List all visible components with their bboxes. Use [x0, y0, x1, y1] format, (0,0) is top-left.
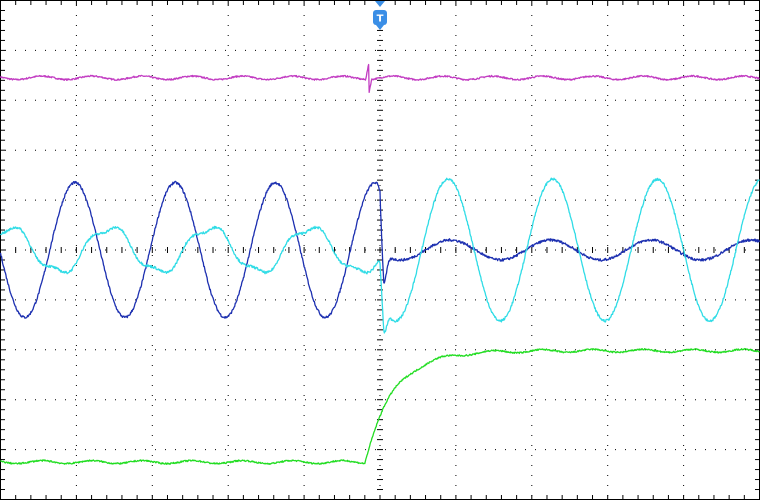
oscilloscope-display: T — [0, 0, 760, 500]
trigger-label: T — [377, 14, 384, 25]
